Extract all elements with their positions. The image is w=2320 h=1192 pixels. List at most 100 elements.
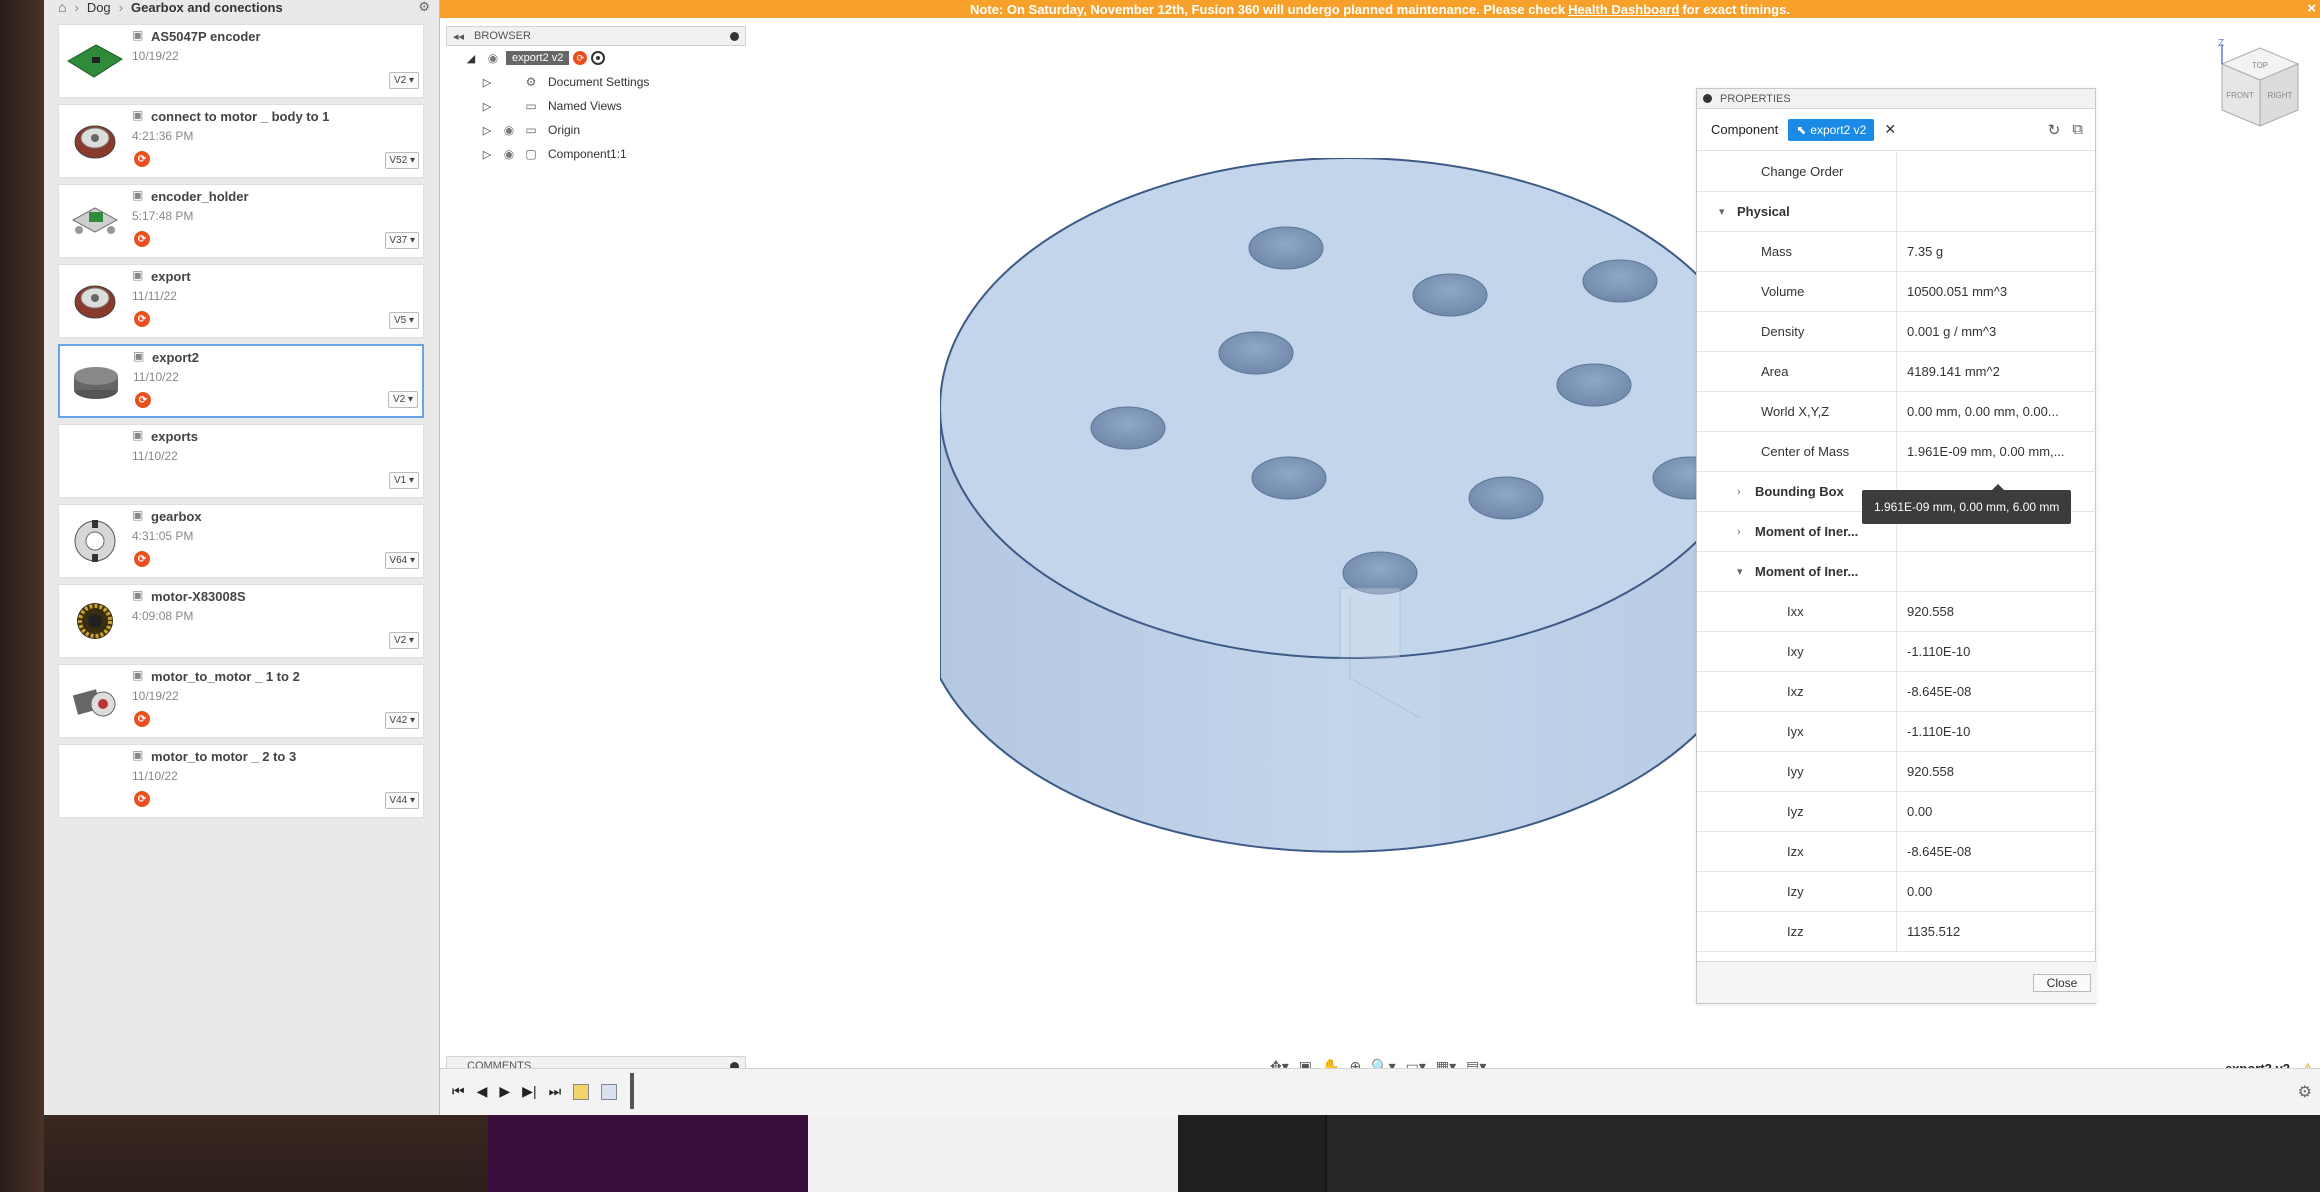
browser-item[interactable]: ▷ ◉ ▢ Component1:1 xyxy=(446,142,746,166)
version-dropdown[interactable]: V44 ▾ xyxy=(385,792,419,809)
file-thumbnail xyxy=(62,752,128,810)
file-date: 11/10/22 xyxy=(133,370,179,384)
file-card[interactable]: ▣ AS5047P encoder 10/19/22 V2 ▾ xyxy=(58,24,424,98)
home-icon[interactable]: ⌂ xyxy=(58,0,66,15)
file-card[interactable]: ▣ export2 11/10/22 ⟳ V2 ▾ xyxy=(58,344,424,418)
file-name: AS5047P encoder xyxy=(151,29,261,44)
browser-item[interactable]: ▷ ◉ ▭ Origin xyxy=(446,118,746,142)
browser-item[interactable]: ▷ ⚙ Document Settings xyxy=(446,70,746,94)
file-card[interactable]: ▣ export 11/11/22 ⟳ V5 ▾ xyxy=(58,264,424,338)
browser-item-label: Component1:1 xyxy=(548,147,627,161)
shared-badge-icon: ⟳ xyxy=(135,392,151,408)
copy-icon[interactable]: ⧉ xyxy=(2072,121,2083,139)
timeline-feature-icon[interactable] xyxy=(601,1083,618,1100)
file-name: gearbox xyxy=(151,509,202,524)
file-name: connect to motor _ body to 1 xyxy=(151,109,330,124)
selection-chip[interactable]: ⬉ export2 v2 xyxy=(1788,118,1875,141)
timeline-settings-icon[interactable]: ⚙ xyxy=(2298,1082,2312,1102)
step-back-icon[interactable]: ◀ xyxy=(477,1083,488,1100)
file-card[interactable]: ▣ exports 11/10/22 V1 ▾ xyxy=(58,424,424,498)
step-forward-icon[interactable]: ▶| xyxy=(522,1083,536,1100)
properties-header[interactable]: PROPERTIES xyxy=(1697,89,2095,109)
version-dropdown[interactable]: V1 ▾ xyxy=(389,472,419,489)
visibility-eye-icon[interactable]: ◉ xyxy=(484,51,502,65)
file-name: motor_to_motor _ 1 to 2 xyxy=(151,669,300,684)
property-value: 7.35 g xyxy=(1907,244,1944,259)
version-dropdown[interactable]: V64 ▾ xyxy=(385,552,419,569)
timeline-feature-icon[interactable] xyxy=(573,1083,590,1100)
go-to-start-icon[interactable]: ⏮ xyxy=(452,1083,465,1100)
breadcrumb-project[interactable]: Dog xyxy=(87,0,111,15)
design-canvas[interactable]: ◂◂ BROWSER ◢ ◉ export2 v2 ⟳ ▷ ⚙ Document S… xyxy=(440,18,2320,1076)
play-icon[interactable]: ▶ xyxy=(499,1083,510,1100)
browser-header[interactable]: ◂◂ BROWSER xyxy=(446,26,746,46)
property-label: Iyy xyxy=(1697,752,1897,791)
property-label: Area xyxy=(1697,352,1897,391)
file-card[interactable]: ▣ connect to motor _ body to 1 4:21:36 PM ⟳… xyxy=(58,104,424,178)
property-value: 0.00 mm, 0.00 mm, 0.00... xyxy=(1907,404,2059,419)
property-value: -1.110E-10 xyxy=(1907,724,1971,739)
version-dropdown[interactable]: V5 ▾ xyxy=(389,312,419,329)
file-date: 10/19/22 xyxy=(132,689,179,703)
file-thumbnail xyxy=(62,272,128,330)
visibility-eye-icon[interactable]: ◉ xyxy=(500,123,518,137)
version-dropdown[interactable]: V52 ▾ xyxy=(385,152,419,169)
file-name: export xyxy=(151,269,191,284)
expand-right-icon[interactable]: ▷ xyxy=(480,123,494,137)
collapse-icon[interactable]: ◂◂ xyxy=(453,30,464,43)
browser-root[interactable]: ◢ ◉ export2 v2 ⟳ xyxy=(446,46,746,70)
property-label: Izx xyxy=(1697,832,1897,871)
panel-options-icon[interactable] xyxy=(730,31,739,41)
file-thumbnail xyxy=(62,112,128,170)
expand-chevron-icon[interactable]: ▾ xyxy=(1737,565,1755,578)
go-to-end-icon[interactable]: ⏭ xyxy=(549,1083,562,1100)
hole-2 xyxy=(1412,273,1488,317)
file-card[interactable]: ▣ motor_to_motor _ 1 to 2 10/19/22 ⟳ V42 ▾ xyxy=(58,664,424,738)
file-date: 4:09:08 PM xyxy=(132,609,194,623)
version-dropdown[interactable]: V42 ▾ xyxy=(385,712,419,729)
expand-right-icon[interactable]: ▷ xyxy=(480,99,494,113)
design-file-icon: ▣ xyxy=(132,268,144,282)
file-card[interactable]: ▣ gearbox 4:31:05 PM ⟳ V64 ▾ xyxy=(58,504,424,578)
file-card[interactable]: ▣ encoder_holder 5:17:48 PM ⟳ V37 ▾ xyxy=(58,184,424,258)
file-card[interactable]: ▣ motor-X83008S 4:09:08 PM V2 ▾ xyxy=(58,584,424,658)
breadcrumb-folder[interactable]: Gearbox and conections xyxy=(131,0,283,15)
health-dashboard-link[interactable]: Health Dashboard xyxy=(1568,2,1679,17)
close-icon[interactable]: × xyxy=(2307,0,2316,17)
design-file-icon: ▣ xyxy=(132,28,144,42)
disk-model[interactable] xyxy=(940,158,1700,958)
version-dropdown[interactable]: V2 ▾ xyxy=(389,72,419,89)
version-dropdown[interactable]: V2 ▾ xyxy=(389,632,419,649)
shared-badge-icon: ⟳ xyxy=(134,311,150,327)
timeline-marker[interactable] xyxy=(630,1073,634,1109)
expand-chevron-icon[interactable]: › xyxy=(1737,486,1755,498)
property-row[interactable]: ▾ Physical xyxy=(1697,192,2097,232)
expand-right-icon[interactable]: ▷ xyxy=(480,147,494,161)
panel-options-icon[interactable] xyxy=(1703,94,1712,103)
file-date: 11/10/22 xyxy=(132,449,178,463)
file-thumbnail xyxy=(62,672,128,730)
clear-selection-icon[interactable]: ✕ xyxy=(1884,121,1896,138)
visibility-eye-icon[interactable]: ◉ xyxy=(500,147,518,161)
browser-title: BROWSER xyxy=(474,30,531,42)
property-row[interactable]: ▾ Moment of Iner... xyxy=(1697,552,2097,592)
viewcube[interactable]: TOP FRONT RIGHT Z xyxy=(2210,38,2310,138)
expand-chevron-icon[interactable]: › xyxy=(1737,526,1755,538)
viewcube-top-label: TOP xyxy=(2252,61,2268,70)
browser-item[interactable]: ▷ ▭ Named Views xyxy=(446,94,746,118)
expand-down-icon[interactable]: ◢ xyxy=(464,51,478,65)
file-card[interactable]: ▣ motor_to motor _ 2 to 3 11/10/22 ⟳ V44 ▾ xyxy=(58,744,424,818)
background-window-chart xyxy=(808,1115,1178,1192)
expand-right-icon[interactable]: ▷ xyxy=(480,75,494,89)
property-value: 920.558 xyxy=(1907,764,1954,779)
expand-chevron-icon[interactable]: ▾ xyxy=(1719,205,1737,218)
file-thumbnail xyxy=(62,432,128,490)
browser-panel: ◂◂ BROWSER ◢ ◉ export2 v2 ⟳ ▷ ⚙ Document S… xyxy=(446,26,746,166)
refresh-icon[interactable]: ↻ xyxy=(2048,121,2061,139)
version-dropdown[interactable]: V37 ▾ xyxy=(385,232,419,249)
root-component-label[interactable]: export2 v2 xyxy=(506,51,570,65)
version-dropdown[interactable]: V2 ▾ xyxy=(388,391,418,408)
folder-settings-icon[interactable]: ⚙ xyxy=(418,0,430,15)
close-button[interactable]: Close xyxy=(2033,974,2091,992)
activate-radio-icon[interactable] xyxy=(591,51,606,65)
